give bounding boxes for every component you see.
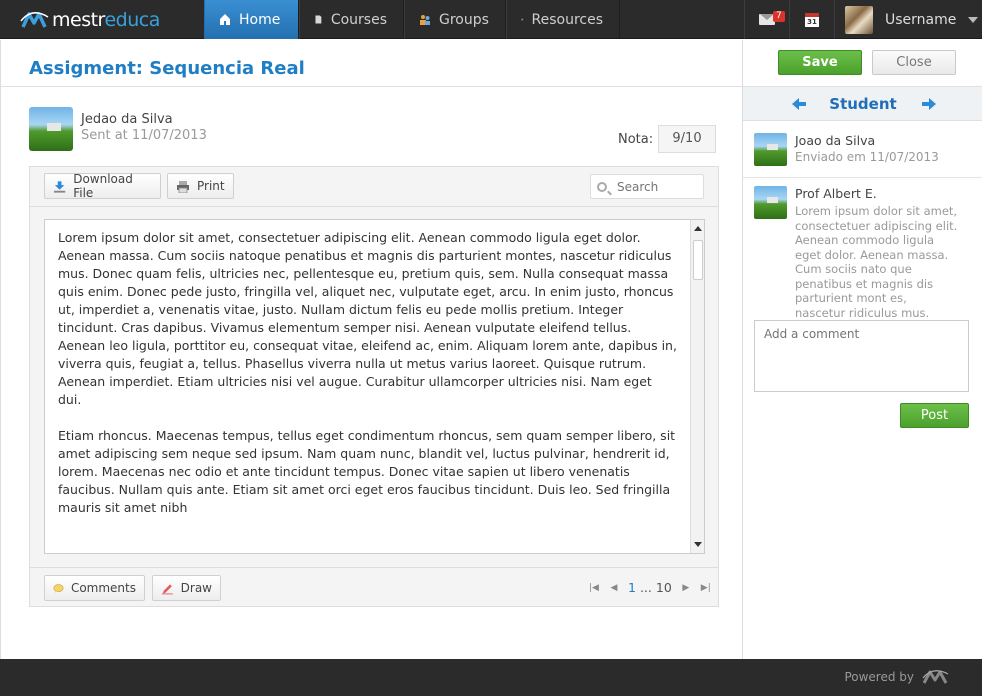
search-icon (597, 181, 607, 192)
divider (30, 206, 718, 207)
avatar (754, 186, 787, 219)
document-icon (315, 15, 322, 24)
nav-home-label: Home (239, 11, 281, 28)
author-block: Jedao da Silva Sent at 11/07/2013 (29, 107, 207, 151)
gear-icon (521, 18, 524, 21)
nav-groups[interactable]: Groups (404, 0, 506, 39)
calendar-button[interactable]: 31 (789, 0, 834, 39)
submitter-name: Joao da Silva (795, 133, 876, 148)
scrollbar-thumb[interactable] (693, 240, 703, 280)
comment-field[interactable] (754, 320, 969, 392)
draw-button[interactable]: Draw (152, 575, 221, 601)
main-nav: Home Courses Groups Resources (204, 0, 620, 39)
print-label: Print (197, 179, 225, 193)
draw-label: Draw (180, 581, 212, 595)
home-icon (220, 14, 230, 25)
right-sidebar: Save Close Student Joao da Silva Enviado… (742, 40, 982, 659)
student-label: Student (829, 95, 897, 113)
username: Username (885, 11, 957, 28)
last-page-number[interactable]: 10 (656, 580, 672, 595)
group-icon (420, 15, 430, 25)
submission-date: Enviado em 11/07/2013 (795, 150, 939, 164)
nav-courses[interactable]: Courses (299, 0, 404, 39)
download-file-button[interactable]: Download File (44, 172, 161, 200)
nav-groups-label: Groups (439, 11, 489, 28)
download-file-label: Download File (73, 172, 133, 200)
user-menu[interactable]: Username (834, 0, 982, 39)
header-actions: 7 31 Username (744, 0, 982, 39)
avatar (754, 133, 787, 166)
document-text: Lorem ipsum dolor sit amet, consectetuer… (58, 229, 678, 535)
prev-page-icon[interactable]: ◀ (608, 582, 620, 594)
brand-name: mestreduca (52, 9, 160, 31)
list-item: Joao da Silva Enviado em 11/07/2013 (754, 133, 939, 166)
save-button[interactable]: Save (778, 50, 862, 75)
avatar (845, 5, 873, 34)
sent-date: Sent at 11/07/2013 (81, 128, 207, 143)
divider (1, 86, 742, 87)
nav-home[interactable]: Home (204, 0, 299, 39)
brand-mark-icon (20, 12, 49, 28)
grade-field[interactable]: 9/10 (658, 125, 716, 153)
divider (30, 567, 718, 568)
comment-text: Lorem ipsum dolor sit amet, consectetuer… (795, 204, 958, 320)
document-paragraph: Etiam rhoncus. Maecenas tempus, tellus e… (58, 428, 676, 515)
commenter-name: Prof Albert E. (795, 186, 877, 201)
download-icon (53, 180, 66, 193)
comments-label: Comments (70, 581, 136, 595)
document-scrollbar[interactable] (690, 220, 704, 553)
messages-button[interactable]: 7 (744, 0, 789, 39)
comment-input[interactable] (764, 327, 959, 385)
nav-courses-label: Courses (330, 11, 387, 28)
student-switcher: Student (743, 87, 982, 121)
next-page-icon[interactable]: ▶ (680, 582, 692, 594)
arrow-right-icon[interactable] (922, 97, 936, 111)
nav-resources[interactable]: Resources (506, 0, 620, 39)
author-avatar (29, 107, 73, 151)
print-button[interactable]: Print (167, 173, 234, 199)
post-button[interactable]: Post (900, 403, 969, 428)
calendar-icon: 31 (805, 12, 819, 27)
top-nav-bar: mestreduca Home Courses Groups Resources… (0, 0, 982, 39)
printer-icon (177, 180, 189, 193)
pagination: |◀ ◀ 1 ... 10 ▶ ▶| (584, 580, 716, 595)
list-item: Prof Albert E. Lorem ipsum dolor sit ame… (754, 186, 960, 320)
author-name: Jedao da Silva (81, 112, 173, 127)
speech-bubble-icon (53, 583, 64, 593)
mail-count-badge: 7 (773, 11, 785, 22)
document-search[interactable] (590, 174, 704, 199)
brand-mark-icon (922, 670, 949, 684)
document-paragraph: Lorem ipsum dolor sit amet, consectetuer… (58, 230, 677, 407)
pencil-icon (161, 583, 173, 594)
chevron-down-icon (968, 16, 979, 23)
scroll-down-icon[interactable] (694, 542, 702, 547)
grade-label: Nota: (618, 132, 654, 147)
comments-button[interactable]: Comments (44, 575, 145, 601)
divider (743, 177, 982, 178)
page-title: Assigment: Sequencia Real (29, 58, 305, 79)
footer: Powered by (0, 659, 982, 696)
search-input[interactable] (617, 179, 701, 194)
first-page-icon[interactable]: |◀ (588, 582, 600, 594)
scroll-up-icon[interactable] (694, 226, 702, 231)
document-viewer[interactable]: Lorem ipsum dolor sit amet, consectetuer… (44, 219, 705, 554)
assignment-view: Assigment: Sequencia Real Jedao da Silva… (0, 40, 742, 659)
document-panel: Download File Print Lorem ipsum dolor si… (29, 166, 719, 607)
close-button[interactable]: Close (872, 50, 956, 75)
powered-by-text: Powered by (844, 670, 914, 684)
nav-resources-label: Resources (531, 11, 604, 28)
current-page[interactable]: 1 (628, 580, 636, 595)
page-ellipsis: ... (639, 580, 652, 595)
last-page-icon[interactable]: ▶| (700, 582, 712, 594)
brand-logo[interactable]: mestreduca (20, 7, 160, 33)
